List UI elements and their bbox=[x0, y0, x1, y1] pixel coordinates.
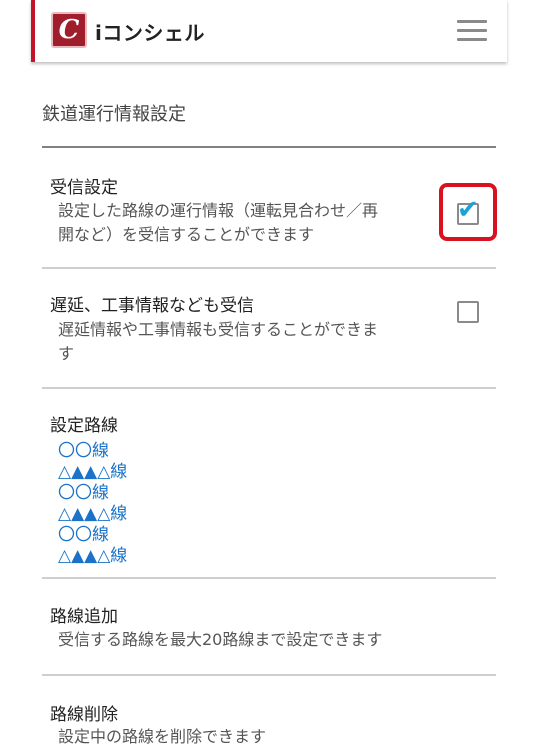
receive-setting-desc: 設定した路線の運行情報（運転見合わせ／再 開など）を受信することができます bbox=[58, 199, 438, 247]
route-link[interactable]: △▲▲△線 bbox=[58, 546, 127, 567]
route-link[interactable]: 〇〇線 bbox=[58, 525, 109, 546]
delay-setting-desc-line2: す bbox=[58, 344, 75, 363]
app-title: iコンシェル bbox=[95, 21, 205, 45]
route-link[interactable]: △▲▲△線 bbox=[58, 504, 127, 525]
add-route-desc: 受信する路線を最大20路線まで設定できます bbox=[58, 630, 383, 649]
receive-setting-title: 受信設定 bbox=[50, 178, 118, 198]
delay-setting-desc: 遅延情報や工事情報も受信することができま す bbox=[58, 318, 438, 366]
delete-route-title[interactable]: 路線削除 bbox=[50, 700, 118, 725]
app-header: C iコンシェル bbox=[31, 0, 507, 62]
receive-setting-desc-line1: 設定した路線の運行情報（運転見合わせ／再 bbox=[58, 201, 379, 220]
logo-letter: C bbox=[58, 15, 80, 45]
add-route-title[interactable]: 路線追加 bbox=[50, 602, 118, 627]
receive-setting-desc-line2: 開など）を受信することができます bbox=[58, 225, 315, 244]
routes-title: 設定路線 bbox=[50, 416, 118, 436]
delete-route-desc: 設定中の路線を削除できます bbox=[58, 727, 267, 746]
page-title: 鉄道運行情報設定 bbox=[42, 104, 186, 125]
hamburger-menu-icon[interactable] bbox=[455, 16, 489, 46]
route-link[interactable]: 〇〇線 bbox=[58, 441, 109, 462]
section-divider bbox=[42, 387, 496, 389]
delay-setting-title: 遅延、工事情報なども受信 bbox=[50, 296, 254, 316]
route-link[interactable]: 〇〇線 bbox=[58, 483, 109, 504]
section-divider bbox=[42, 267, 496, 269]
app-logo: C bbox=[51, 12, 87, 48]
section-divider bbox=[42, 577, 496, 579]
route-link[interactable]: △▲▲△線 bbox=[58, 462, 127, 483]
title-divider bbox=[42, 146, 496, 148]
section-divider bbox=[42, 674, 496, 676]
delay-setting-desc-line1: 遅延情報や工事情報も受信することができま bbox=[58, 320, 379, 339]
delay-setting-checkbox[interactable] bbox=[457, 301, 479, 323]
checkbox-highlight-frame bbox=[439, 183, 497, 241]
